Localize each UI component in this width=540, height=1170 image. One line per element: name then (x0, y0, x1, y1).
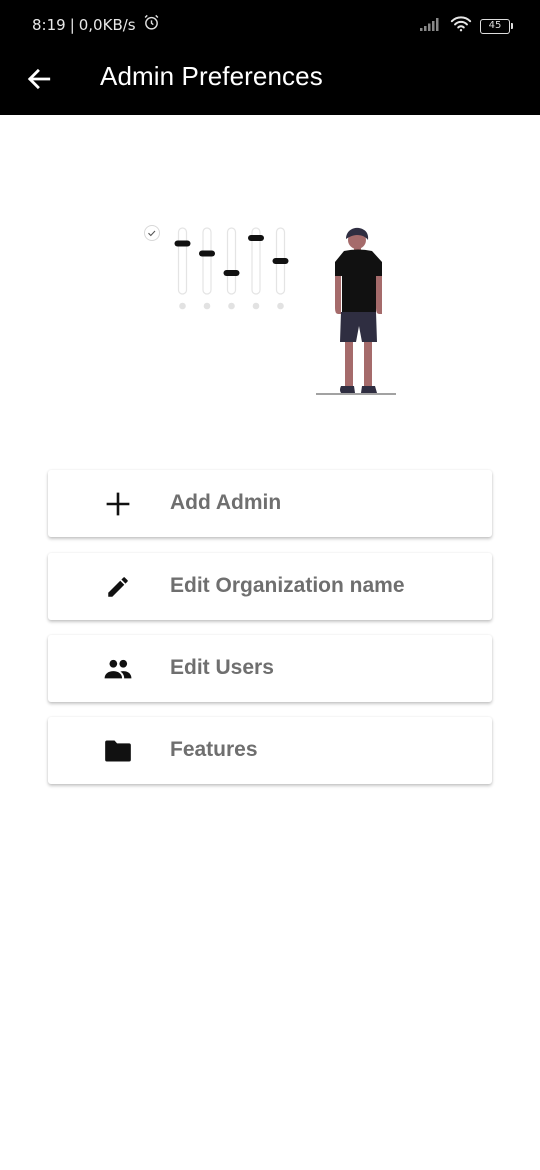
preferences-illustration (144, 225, 396, 395)
check-circle-icon (144, 225, 160, 241)
add-icon (104, 490, 132, 518)
edit-users-label: Edit Users (170, 656, 274, 679)
people-icon (104, 655, 132, 683)
status-right: 45 (420, 15, 513, 37)
wifi-icon (450, 15, 472, 37)
signal-icon (420, 17, 442, 36)
edit-users-button[interactable]: Edit Users (48, 635, 492, 702)
back-button[interactable] (20, 60, 58, 98)
status-bar: 8:19 | 0,0KB/s 45 (0, 0, 540, 50)
features-label: Features (170, 738, 258, 761)
battery-icon: 45 (480, 18, 513, 34)
status-time: 8:19 (32, 15, 66, 34)
folder-icon (104, 737, 132, 765)
status-separator: | (69, 15, 75, 34)
network-speed: 0,0KB/s (78, 15, 136, 34)
features-button[interactable]: Features (48, 717, 492, 784)
add-admin-button[interactable]: Add Admin (48, 470, 492, 537)
slider-tracks (177, 227, 286, 295)
arrow-back-icon (27, 68, 51, 90)
page-title: Admin Preferences (100, 61, 323, 91)
status-left: 8:19 | 0,0KB/s (32, 14, 160, 35)
person-figure (335, 227, 382, 393)
edit-organization-name-label: Edit Organization name (170, 574, 405, 597)
edit-pencil-icon (104, 573, 132, 601)
add-admin-label: Add Admin (170, 491, 282, 514)
app-bar: Admin Preferences (0, 50, 540, 115)
slider-dots (179, 302, 284, 310)
edit-organization-name-button[interactable]: Edit Organization name (48, 553, 492, 620)
alarm-icon (143, 14, 160, 35)
